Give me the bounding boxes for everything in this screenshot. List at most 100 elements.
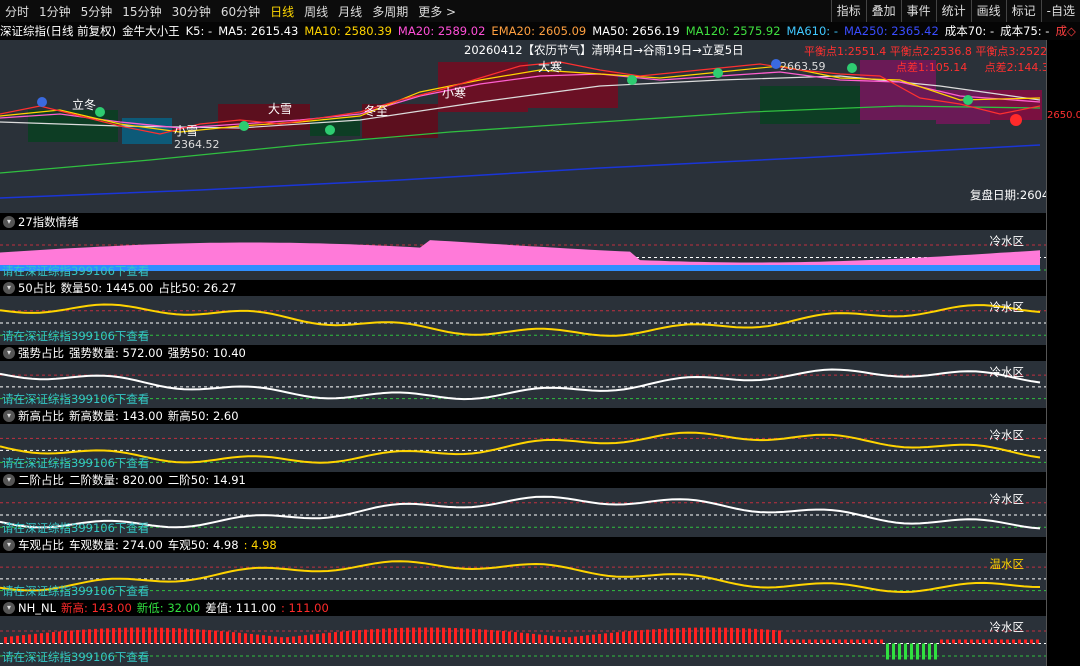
period-1min[interactable]: 1分钟 (34, 3, 76, 20)
nhnl-bar (208, 630, 211, 644)
indicator-panel[interactable]: 温水区请在深证综指399106下查看 (0, 553, 1046, 600)
stats-button[interactable]: 统计 (935, 0, 971, 22)
zone-label: 温水区 (989, 557, 1025, 571)
main-kline-chart[interactable]: 20260412【农历节气】清明4日→谷雨19日→立夏5日 立冬 小雪 大雪 冬… (0, 40, 1065, 213)
nhnl-bar (394, 628, 397, 644)
index-name[interactable]: 深证综指(日线 前复权) (0, 23, 116, 39)
period-daily[interactable]: 日线 (265, 3, 299, 20)
draw-line-button[interactable]: 画线 (970, 0, 1006, 22)
nhnl-bar (778, 630, 781, 644)
nhnl-bar (148, 627, 151, 644)
nhnl-bar (574, 636, 577, 644)
nhnl-bar (136, 627, 139, 644)
nhnl-bar (982, 639, 985, 644)
nhnl-bar (58, 631, 61, 644)
collapse-chevron-icon[interactable]: ▾ (3, 347, 15, 359)
ma120-value: MA120: 2575.92 (685, 24, 781, 38)
panel-title-bar: ▾ 27指数情绪 (0, 214, 1046, 230)
nhnl-bar (940, 639, 943, 644)
nhnl-bar (52, 632, 55, 644)
signal-marker (325, 125, 335, 135)
nhnl-bar (808, 639, 811, 644)
panel-title-bar: ▾ 新高占比 新高数量: 143.00 新高50: 2.60 (0, 408, 1046, 424)
kline-svg (0, 59, 1042, 199)
nhnl-bar (670, 628, 673, 644)
term-label: 立冬 (72, 98, 97, 112)
indicator-panel[interactable]: 冷水区 请在深证综指399106下查看 (0, 488, 1046, 537)
nhnl-bar (508, 631, 511, 644)
nhnl-bar (736, 628, 739, 644)
nhnl-bar (304, 635, 307, 644)
period-toolbar: 分时 1分钟 5分钟 15分钟 30分钟 60分钟 日线 周线 月线 多周期 更… (0, 0, 1080, 23)
panel-title-bar: ▾ 强势占比 强势数量: 572.00 强势50: 10.40 (0, 345, 1046, 361)
panel-field: 二阶50: 14.91 (167, 473, 246, 487)
nhnl-bar (640, 630, 643, 644)
overlay-button[interactable]: 叠加 (865, 0, 901, 22)
collapse-chevron-icon[interactable]: ▾ (3, 539, 15, 551)
mark-button[interactable]: 标记 (1005, 0, 1041, 22)
indicator-panel[interactable]: 冷水区 请在深证综指399106下查看 (0, 616, 1046, 666)
zone-label: 冷水区 (989, 300, 1025, 314)
sentiment-area (0, 240, 1040, 268)
period-more-button[interactable]: 更多 > (413, 3, 461, 20)
period-15min[interactable]: 15分钟 (117, 3, 166, 20)
watchlist-button[interactable]: -自选 (1040, 0, 1080, 22)
nhnl-bar (862, 639, 865, 644)
nhnl-bar (46, 632, 49, 644)
indicator-panel[interactable]: 冷水区 请在深证综指399106下查看 (0, 361, 1046, 408)
nhnl-bar (592, 634, 595, 644)
indicator-button[interactable]: 指标 (830, 0, 866, 22)
panel-plot (0, 303, 1046, 337)
nhnl-bar (322, 633, 325, 644)
right-price-axis: 2650.0 (1046, 40, 1080, 666)
period-intraday[interactable]: 分时 (0, 3, 34, 20)
nhnl-bar (190, 628, 193, 644)
period-30min[interactable]: 30分钟 (167, 3, 216, 20)
nhnl-bar (634, 630, 637, 644)
collapse-chevron-icon[interactable]: ▾ (3, 602, 15, 614)
nhnl-bar (166, 627, 169, 644)
collapse-chevron-icon[interactable]: ▾ (3, 282, 15, 294)
nhnl-bar (526, 633, 529, 644)
indicator-panel[interactable]: 冷水区 请在深证综指399106下查看 (0, 424, 1046, 472)
panel-plot (0, 431, 1046, 464)
nhnl-bar (934, 643, 937, 660)
panel-hint-text: 请在深证综指399106下查看 (2, 584, 150, 598)
price-label-high: 2663.59 (780, 60, 826, 73)
period-weekly[interactable]: 周线 (299, 3, 333, 20)
collapse-chevron-icon[interactable]: ▾ (3, 216, 15, 228)
indicator-panel[interactable]: 冷水区 请在深证综指399106下查看 (0, 230, 1046, 280)
nhnl-bar (100, 628, 103, 644)
period-5min[interactable]: 5分钟 (76, 3, 118, 20)
pivot-top: 平衡点1:2551.4 平衡点2:2536.8 平衡点3:2522.21 (804, 45, 1065, 58)
indicator-panel[interactable]: 冷水区 请在深证综指399106下查看 (0, 296, 1046, 345)
event-button[interactable]: 事件 (900, 0, 936, 22)
nhnl-bar (448, 627, 451, 644)
nhnl-bar (688, 627, 691, 644)
zone-label: 冷水区 (989, 620, 1025, 634)
period-monthly[interactable]: 月线 (333, 3, 367, 20)
nhnl-bar (256, 634, 259, 644)
ratio-line (0, 560, 1041, 594)
period-60min[interactable]: 60分钟 (216, 3, 265, 20)
ma10-value: MA10: 2580.39 (304, 24, 392, 38)
panel-field: 新高数量: 143.00 (69, 409, 163, 423)
panel-field: 车观50: 4.98 (167, 538, 239, 552)
nhnl-bar (202, 629, 205, 644)
nhnl-bar (268, 635, 271, 644)
nhnl-bar (484, 629, 487, 644)
nhnl-bar (376, 628, 379, 644)
nhnl-bar (580, 635, 583, 644)
indicator-name[interactable]: 金牛大小王 (122, 23, 180, 39)
nhnl-bar (274, 636, 277, 644)
collapse-chevron-icon[interactable]: ▾ (3, 474, 15, 486)
nhnl-bar (106, 628, 109, 644)
nhnl-bar (796, 639, 799, 644)
nhnl-bar (346, 631, 349, 644)
panel-plot (0, 627, 1046, 660)
nhnl-bar (1036, 639, 1039, 644)
nhnl-bar (646, 629, 649, 644)
collapse-chevron-icon[interactable]: ▾ (3, 410, 15, 422)
period-multi[interactable]: 多周期 (367, 3, 413, 20)
nhnl-bar (586, 635, 589, 644)
